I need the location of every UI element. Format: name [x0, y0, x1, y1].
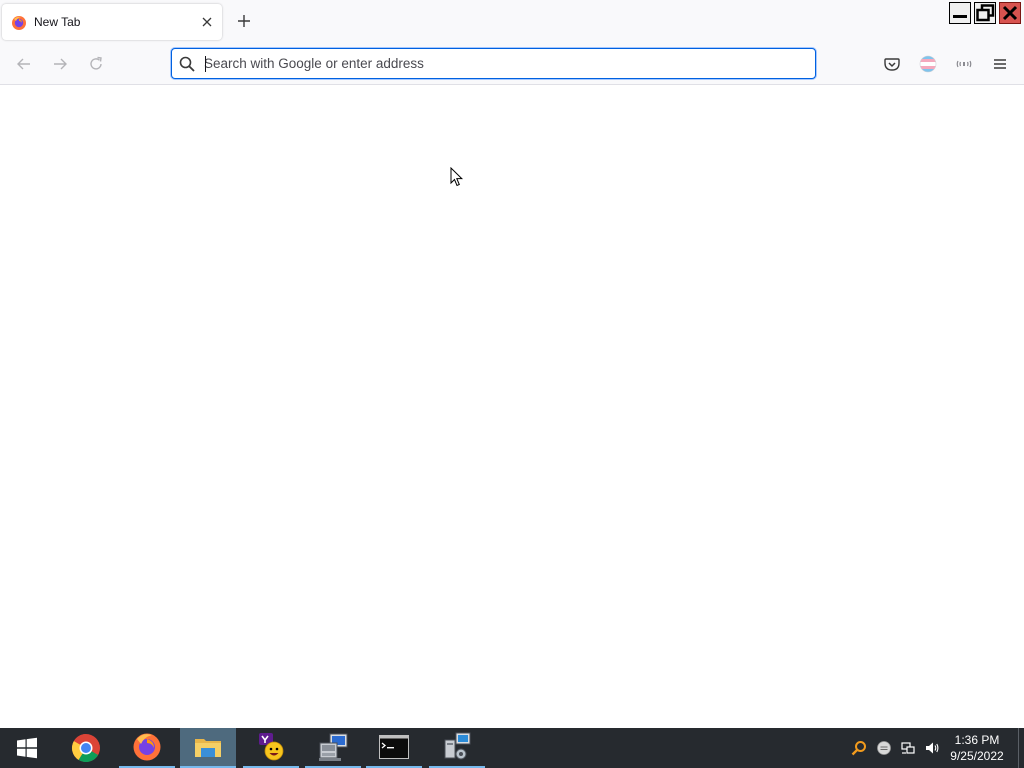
- text-caret: [205, 56, 206, 72]
- restore-icon: [976, 4, 995, 22]
- taskbar-firefox[interactable]: [119, 728, 175, 768]
- messenger-tray-icon[interactable]: [876, 740, 892, 756]
- tab-close-button[interactable]: [198, 13, 216, 31]
- tab-strip: New Tab: [0, 0, 1024, 43]
- account-icon[interactable]: [919, 55, 937, 73]
- new-tab-button[interactable]: [234, 11, 254, 31]
- tab-title: New Tab: [34, 15, 81, 29]
- firefox-icon: [133, 733, 161, 761]
- minimize-icon: [953, 15, 967, 18]
- close-icon: [202, 17, 212, 27]
- yahoo-messenger-icon: [259, 733, 284, 761]
- tab-new-tab[interactable]: New Tab: [2, 4, 222, 40]
- taskbar: 1:36 PM 9/25/2022: [0, 728, 1024, 768]
- reload-icon[interactable]: [87, 55, 105, 73]
- page-content: [0, 85, 1024, 728]
- chrome-icon: [71, 734, 100, 763]
- folder-icon: [195, 739, 221, 757]
- mouse-cursor-icon: [450, 167, 464, 187]
- close-icon: [1002, 5, 1018, 21]
- clock[interactable]: 1:36 PM 9/25/2022: [946, 732, 1008, 764]
- navigation-toolbar: [0, 43, 1024, 85]
- volume-icon[interactable]: [924, 740, 940, 756]
- network-setup-icon: [444, 732, 471, 760]
- plus-icon: [238, 15, 250, 27]
- search-tray-icon[interactable]: [851, 740, 867, 756]
- restore-button[interactable]: [974, 2, 996, 24]
- command-prompt-icon: [379, 735, 409, 759]
- clock-date: 9/25/2022: [950, 749, 1004, 763]
- extension-icon[interactable]: [955, 55, 973, 73]
- forward-arrow-icon[interactable]: [51, 55, 69, 73]
- minimize-button[interactable]: [949, 2, 971, 24]
- taskbar-network-setup[interactable]: [429, 728, 485, 768]
- show-desktop-button[interactable]: [1018, 728, 1024, 768]
- clock-time: 1:36 PM: [954, 733, 1000, 747]
- taskbar-yahoo-messenger[interactable]: [243, 728, 299, 768]
- search-icon: [179, 56, 195, 72]
- taskbar-chrome[interactable]: [58, 728, 114, 768]
- pocket-icon[interactable]: [883, 55, 901, 73]
- taskbar-command-prompt[interactable]: [366, 728, 422, 768]
- url-input[interactable]: [204, 52, 804, 75]
- taskbar-network-computer[interactable]: [305, 728, 361, 768]
- windows-logo-icon: [17, 737, 37, 759]
- network-computer-icon: [319, 733, 348, 761]
- menu-icon[interactable]: [991, 55, 1009, 73]
- close-window-button[interactable]: [999, 2, 1021, 24]
- back-arrow-icon[interactable]: [15, 55, 33, 73]
- network-tray-icon[interactable]: [900, 740, 916, 756]
- address-bar[interactable]: [171, 48, 816, 79]
- start-button[interactable]: [4, 728, 50, 768]
- firefox-icon: [12, 16, 26, 30]
- taskbar-file-explorer[interactable]: [180, 728, 236, 768]
